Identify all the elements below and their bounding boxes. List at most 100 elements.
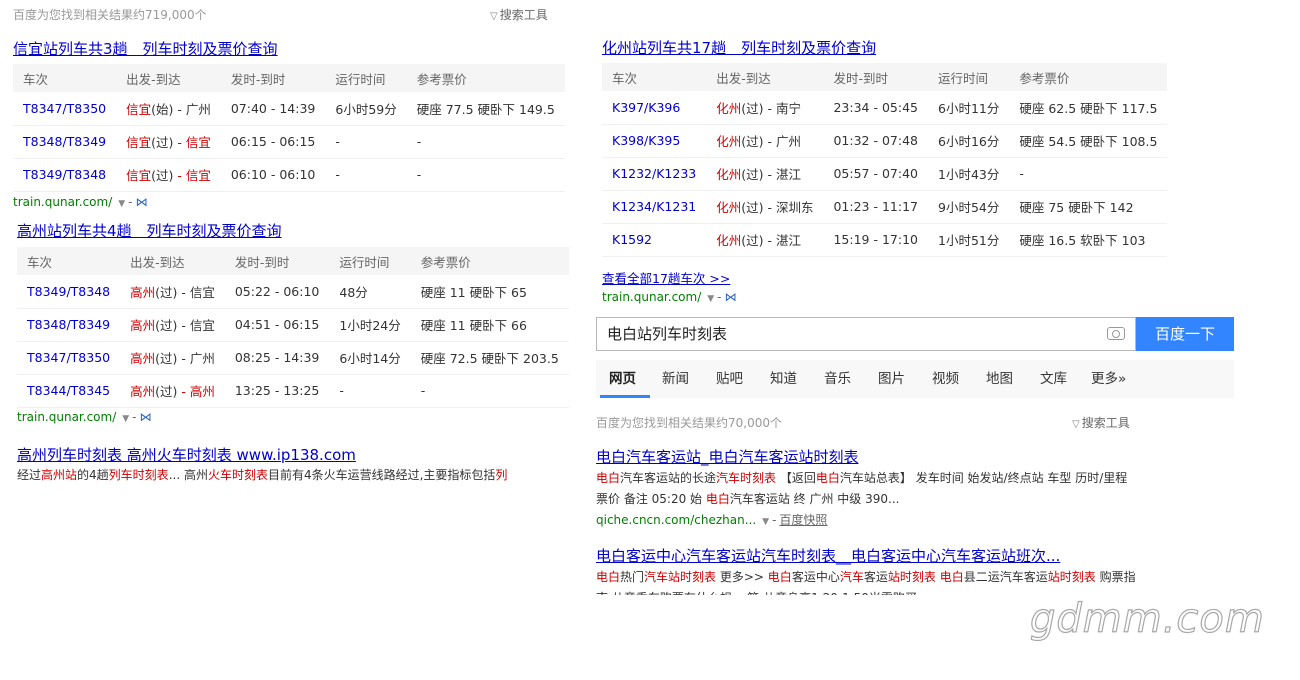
time-cell: 06:10 - 06:10: [220, 158, 326, 192]
search-tools-button[interactable]: ▽ 搜索工具: [1072, 414, 1130, 431]
filter-icon: ▽: [1072, 419, 1080, 430]
route-cell: 化州(过) - 湛江: [706, 157, 824, 191]
tab-video[interactable]: 视频: [932, 360, 959, 398]
price-cell: 硬座 72.5 硬卧下 203.5: [410, 341, 569, 375]
table-row: T8348/T8349 高州(过) - 信宜 04:51 - 06:15 1小时…: [17, 308, 569, 342]
route-cell: 信宜(过) - 信宜: [116, 158, 221, 192]
tab-news[interactable]: 新闻: [662, 360, 689, 398]
route-cell: 化州(过) - 广州: [706, 124, 824, 158]
duration-cell: 1小时51分: [928, 223, 1010, 257]
price-cell: 硬座 75 硬卧下 142: [1009, 190, 1168, 224]
watermark-logo: gdmm.com: [1029, 595, 1265, 642]
time-cell: 15:19 - 17:10: [823, 223, 928, 257]
train-number-link[interactable]: K1232/K1233: [602, 157, 707, 191]
tab-images[interactable]: 图片: [878, 360, 905, 398]
tab-web[interactable]: 网页: [609, 360, 636, 398]
tab-zhidao[interactable]: 知道: [770, 360, 797, 398]
result-title-dianbai-center[interactable]: 电白客运中心汽车客运站汽车时刻表__电白客运中心汽车客运站班次...: [596, 545, 1060, 566]
train-number-link[interactable]: K397/K396: [602, 91, 707, 125]
search-input[interactable]: 电白站列车时刻表: [596, 317, 1136, 351]
price-cell: -: [406, 158, 565, 192]
time-cell: 06:15 - 06:15: [220, 125, 326, 159]
search-tabs: 网页 新闻 贴吧 知道 音乐 图片 视频 地图 文库 更多»: [596, 360, 1234, 398]
result-snippet: 电白热门汽车站时刻表 更多>> 电白客运中心汽车客运站时刻表 电白县二运汽车客运…: [596, 570, 1136, 595]
col-duration: 运行时间: [325, 64, 407, 92]
camera-icon[interactable]: [1107, 327, 1125, 340]
result-title-huazhou[interactable]: 化州站列车共17趟 列车时刻及票价查询: [602, 37, 876, 58]
duration-cell: -: [325, 158, 407, 192]
table-row: K398/K395 化州(过) - 广州 01:32 - 07:48 6小时16…: [602, 124, 1168, 158]
tab-more[interactable]: 更多»: [1091, 360, 1126, 398]
table-header: 车次 出发-到达 发时-到时 运行时间 参考票价: [602, 63, 1168, 91]
table-header: 车次 出发-到达 发时-到时 运行时间 参考票价: [13, 64, 565, 92]
route-cell: 化州(过) - 湛江: [706, 223, 824, 257]
duration-cell: 6小时14分: [329, 341, 411, 375]
time-cell: 01:23 - 11:17: [823, 190, 928, 224]
train-number-link[interactable]: K1592: [602, 223, 707, 257]
url-link[interactable]: qiche.cncn.com/chezhan...: [596, 513, 756, 527]
train-number-link[interactable]: T8347/T8350: [13, 92, 117, 126]
dropdown-arrow-icon[interactable]: ▼: [122, 414, 129, 424]
duration-cell: -: [329, 374, 411, 408]
filter-icon: ▽: [490, 11, 498, 22]
col-train-no: 车次: [17, 247, 121, 275]
view-all-trains-link[interactable]: 查看全部17趟车次 >>: [602, 268, 730, 287]
search-tools-button[interactable]: ▽ 搜索工具: [490, 6, 548, 23]
dropdown-arrow-icon[interactable]: ▼: [118, 199, 125, 209]
train-number-link[interactable]: K398/K395: [602, 124, 707, 158]
dropdown-arrow-icon[interactable]: ▼: [707, 294, 714, 304]
col-time: 发时-到时: [224, 247, 330, 275]
result-count: 百度为您找到相关结果约70,000个: [596, 416, 782, 430]
route-cell: 高州(过) - 高州: [120, 374, 225, 408]
route-cell: 化州(过) - 南宁: [706, 91, 824, 125]
url-link[interactable]: train.qunar.com/: [602, 290, 701, 304]
table-row: T8347/T8350 高州(过) - 广州 08:25 - 14:39 6小时…: [17, 341, 569, 375]
result-title-gaozhou[interactable]: 高州站列车共4趟 列车时刻及票价查询: [17, 220, 282, 241]
train-number-link[interactable]: T8349/T8348: [17, 275, 121, 309]
duration-cell: 6小时16分: [928, 124, 1010, 158]
table-row: K1232/K1233 化州(过) - 湛江 05:57 - 07:40 1小时…: [602, 157, 1168, 191]
price-cell: 硬座 11 硬卧下 65: [410, 275, 569, 309]
result-snippet: 经过高州站的4趟列车时刻表... 高州火车时刻表目前有4条火车运营线路经过,主要…: [17, 468, 508, 482]
trust-icon: ⋈: [139, 410, 152, 424]
url-link[interactable]: train.qunar.com/: [17, 410, 116, 424]
tab-music[interactable]: 音乐: [824, 360, 851, 398]
price-cell: 硬座 62.5 硬卧下 117.5: [1009, 91, 1168, 125]
result-count: 百度为您找到相关结果约719,000个: [13, 8, 207, 22]
table-row: T8348/T8349 信宜(过) - 信宜 06:15 - 06:15 - -: [13, 125, 565, 159]
tab-map[interactable]: 地图: [986, 360, 1013, 398]
table-header: 车次 出发-到达 发时-到时 运行时间 参考票价: [17, 247, 569, 275]
train-number-link[interactable]: T8344/T8345: [17, 374, 121, 408]
duration-cell: 9小时54分: [928, 190, 1010, 224]
time-cell: 05:22 - 06:10: [224, 275, 330, 309]
col-route: 出发-到达: [706, 63, 824, 91]
result-title-ip138[interactable]: 高州列车时刻表 高州火车时刻表 www.ip138.com: [17, 444, 356, 465]
col-price: 参考票价: [406, 64, 565, 92]
table-row: T8347/T8350 信宜(始) - 广州 07:40 - 14:39 6小时…: [13, 92, 565, 126]
col-duration: 运行时间: [928, 63, 1010, 91]
result-url: qiche.cncn.com/chezhan... ▼ - 百度快照: [596, 513, 828, 527]
result-url: train.qunar.com/▼ - ⋈: [17, 410, 152, 424]
trust-icon: ⋈: [724, 290, 737, 304]
train-number-link[interactable]: K1234/K1231: [602, 190, 707, 224]
col-price: 参考票价: [1009, 63, 1168, 91]
result-title-xinyi[interactable]: 信宜站列车共3趟 列车时刻及票价查询: [13, 38, 278, 59]
url-link[interactable]: train.qunar.com/: [13, 195, 112, 209]
time-cell: 13:25 - 13:25: [224, 374, 330, 408]
tab-tieba[interactable]: 贴吧: [716, 360, 743, 398]
train-number-link[interactable]: T8348/T8349: [13, 125, 117, 159]
result-snippet: 电白汽车客运站的长途汽车时刻表 【返回电白汽车站总表】 发车时间 始发站/终点站…: [596, 471, 1128, 506]
train-number-link[interactable]: T8349/T8348: [13, 158, 117, 192]
train-number-link[interactable]: T8347/T8350: [17, 341, 121, 375]
search-button[interactable]: 百度一下: [1136, 317, 1234, 351]
price-cell: 硬座 77.5 硬卧下 149.5: [406, 92, 565, 126]
train-table-huazhou: 车次 出发-到达 发时-到时 运行时间 参考票价 K397/K396 化州(过)…: [602, 63, 1168, 257]
time-cell: 23:34 - 05:45: [823, 91, 928, 125]
train-number-link[interactable]: T8348/T8349: [17, 308, 121, 342]
col-time: 发时-到时: [823, 63, 928, 91]
dropdown-arrow-icon[interactable]: ▼: [762, 517, 769, 527]
result-title-dianbai-station[interactable]: 电白汽车客运站_电白汽车客运站时刻表: [596, 446, 859, 467]
tab-wenku[interactable]: 文库: [1040, 360, 1067, 398]
col-price: 参考票价: [410, 247, 569, 275]
cache-snapshot-link[interactable]: 百度快照: [779, 513, 827, 527]
